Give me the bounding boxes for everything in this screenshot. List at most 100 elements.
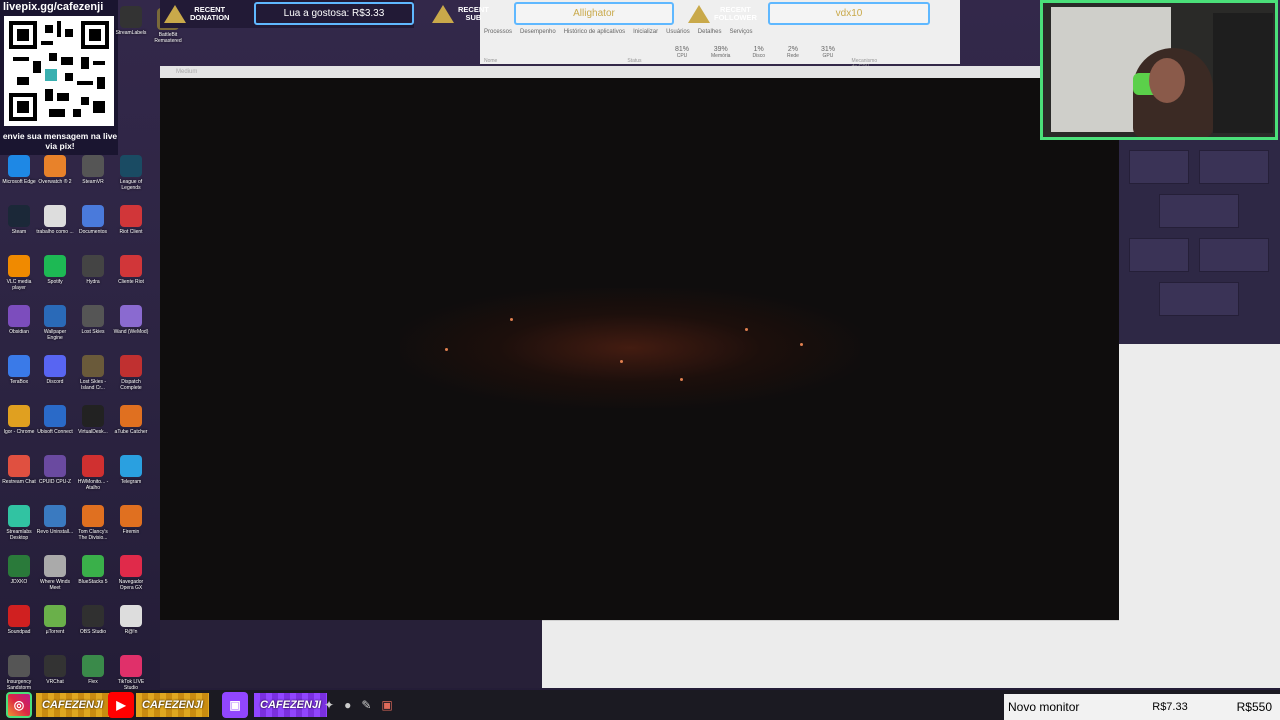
desktop-icon[interactable]: Wand (WeMod) [112, 305, 150, 335]
desktop-icon[interactable]: Lost Skies - Island Cr... [74, 355, 112, 391]
app-icon [44, 405, 66, 427]
recent-follower-label: RECENT FOLLOWER [714, 5, 757, 22]
app-icon [82, 255, 104, 277]
task-manager-tab[interactable]: Processos [484, 29, 512, 35]
app-icon[interactable]: ▣ [381, 698, 392, 712]
ember-spark [800, 343, 803, 346]
desktop-icon[interactable]: µTorrent [36, 605, 74, 635]
desktop-icon[interactable]: Wallpaper Engine [36, 305, 74, 341]
desktop-icon[interactable]: Flex [74, 655, 112, 685]
taskbar-instagram[interactable]: ◎ [6, 690, 32, 720]
taskbar-youtube[interactable]: ▶ [108, 690, 134, 720]
pin-icon[interactable]: ✦ [324, 698, 334, 712]
task-manager-tab[interactable]: Desempenho [520, 29, 556, 35]
desktop-icon[interactable]: Where Winds Meet [36, 555, 74, 591]
desktop-icon-label: Where Winds Meet [39, 579, 70, 591]
app-icon [44, 155, 66, 177]
taskbar-tray-apps: ✦ ● ✎ ▣ [324, 690, 393, 720]
task-manager-tab[interactable]: Histórico de aplicativos [564, 29, 625, 35]
app-icon [120, 305, 142, 327]
desktop-icon[interactable]: StreamLabels [112, 6, 150, 36]
ember-spark [445, 348, 448, 351]
desktop-icon[interactable]: OBS Studio [74, 605, 112, 635]
desktop-icon[interactable]: Revo Uninstall... [36, 505, 74, 535]
desktop-icon[interactable]: Documentos [74, 205, 112, 235]
task-manager-tab[interactable]: Usuários [666, 29, 690, 35]
task-manager-tab[interactable]: Detalhes [698, 29, 722, 35]
desktop-icon[interactable]: JDXKO [0, 555, 38, 585]
desktop-icon[interactable]: Restream Chat [0, 455, 38, 485]
desktop-icon[interactable]: trabalho como ... [36, 205, 74, 235]
desktop-icon[interactable]: TeraBox [0, 355, 38, 385]
instagram-icon: ◎ [6, 692, 32, 718]
desktop-icon[interactable]: Cliente Riot [112, 255, 150, 285]
stat-percent: 2% [787, 46, 799, 53]
desktop-icon[interactable]: Telegram [112, 455, 150, 485]
desktop-icon[interactable]: Overwatch ® 2 [36, 155, 74, 185]
desktop-icon-label: League of Legends [119, 179, 143, 191]
app-icon [8, 205, 30, 227]
monitor-value-a: R$7.33 [1152, 701, 1188, 713]
desktop-icon[interactable]: Navegador Opera GX [112, 555, 150, 591]
desktop-icon[interactable]: Soundpad [0, 605, 38, 635]
desktop-icon-label: Documentos [78, 229, 108, 235]
desktop-icon[interactable]: BlueStacks 5 [74, 555, 112, 585]
recent-follower-value: vdx10 [768, 2, 930, 25]
desktop-icon-label: Overwatch ® 2 [38, 179, 72, 185]
desktop-icon[interactable]: Dispatch Complete [112, 355, 150, 391]
desktop-icon-label: Tom Clancy's The Divisio... [78, 529, 108, 541]
desktop-icon[interactable]: League of Legends [112, 155, 150, 191]
recent-donation-alert: RECENT DONATION Lua a gostosa: R$3.33 [160, 0, 414, 28]
desktop-icon[interactable]: Discord [36, 355, 74, 385]
desktop-icon[interactable]: Insurgency Sandstorm [0, 655, 38, 691]
desktop-icon[interactable]: Riot Client [112, 205, 150, 235]
desktop-icon-label: Spotify [47, 279, 63, 285]
desktop-icon[interactable]: Ubisoft Connect [36, 405, 74, 435]
desktop-icon[interactable]: Hydra [74, 255, 112, 285]
desktop-icon-label: Soundpad [7, 629, 31, 635]
desktop-icon[interactable]: Tom Clancy's The Divisio... [74, 505, 112, 541]
desktop-icon[interactable]: CPUID CPU-Z [36, 455, 74, 485]
desktop-icon[interactable]: TikTok LIVE Studio [112, 655, 150, 691]
youtube-icon: ▶ [108, 692, 134, 718]
task-manager-tab[interactable]: Inicializar [633, 29, 658, 35]
task-manager-tab[interactable]: Serviços [729, 29, 752, 35]
desktop-icon-label: BattleBit Remastered [154, 32, 182, 44]
desktop-icon[interactable]: VRChat [36, 655, 74, 685]
desktop-icon-label: Cliente Riot [118, 279, 144, 285]
desktop-icon-label: Firemin [122, 529, 140, 535]
desktop-icon[interactable]: Streamlabs Desktop [0, 505, 38, 541]
app-icon [8, 155, 30, 177]
channel-banner: CAFEZENJI [36, 693, 110, 717]
circle-icon[interactable]: ● [344, 698, 351, 712]
app-icon [82, 355, 104, 377]
desktop-icon[interactable]: VirtualDesk... [74, 405, 112, 435]
desktop-icon[interactable]: HWMonito... - Atalho [74, 455, 112, 491]
desktop-icon-label: R@!n [124, 629, 138, 635]
desktop-icon[interactable]: SteamVR [74, 155, 112, 185]
desktop-icon[interactable]: Steam [0, 205, 38, 235]
app-icon [120, 155, 142, 177]
app-icon [82, 155, 104, 177]
desktop-icon-label: Dispatch Complete [120, 379, 142, 391]
taskbar-twitch[interactable]: ▣ [222, 690, 248, 720]
desktop-icon[interactable]: R@!n [112, 605, 150, 635]
app-icon [44, 255, 66, 277]
monitor-name: Novo monitor [1008, 700, 1080, 714]
desktop-icon[interactable]: Igor - Chrome [0, 405, 38, 435]
desktop-icon[interactable]: Obsidian [0, 305, 38, 335]
streamer-head [1149, 58, 1185, 103]
desktop-icon[interactable]: Firemin [112, 505, 150, 535]
app-icon [8, 255, 30, 277]
desktop-icon[interactable]: VLC media player [0, 255, 38, 291]
desktop-icon[interactable]: Lost Skies [74, 305, 112, 335]
recent-sub-alert: RECENT SUB Allighator [428, 0, 674, 28]
recent-follower-alert: RECENT FOLLOWER vdx10 [684, 0, 930, 28]
desktop-icon[interactable]: Spotify [36, 255, 74, 285]
desktop-icon[interactable]: Microsoft Edge [0, 155, 38, 185]
app-icon [120, 505, 142, 527]
monitor-value-b: R$550 [1236, 700, 1272, 714]
desktop-icon[interactable]: aTube Catcher [112, 405, 150, 435]
desktop-icon-label: Hydra [86, 279, 100, 285]
pencil-icon[interactable]: ✎ [361, 698, 371, 712]
